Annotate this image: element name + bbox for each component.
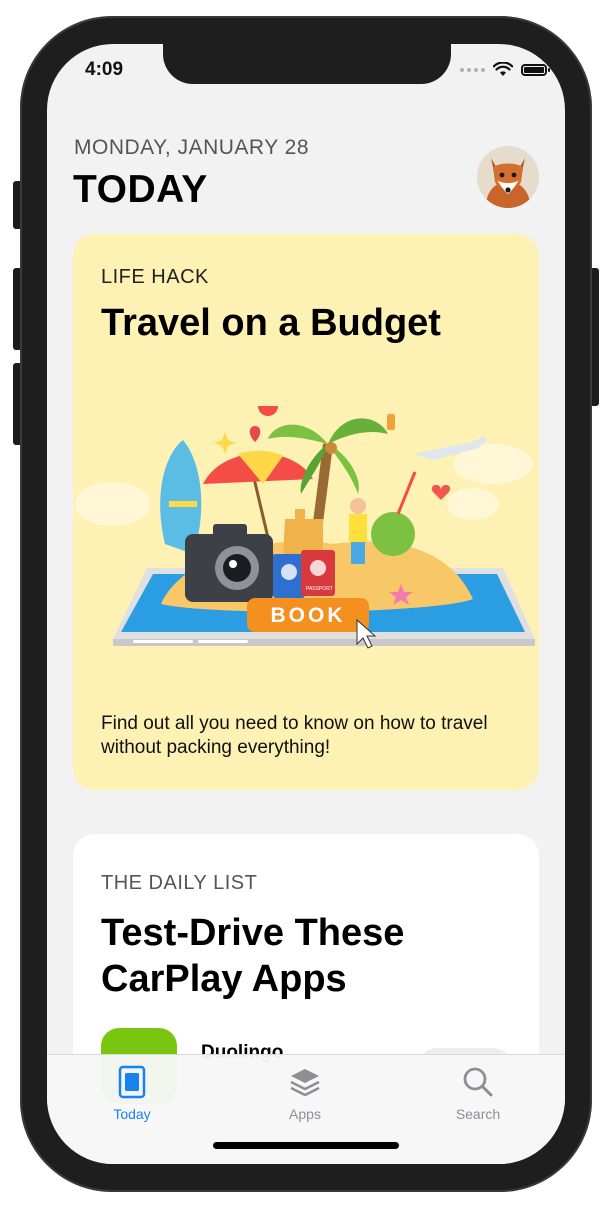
wifi-icon — [493, 62, 513, 76]
card-title: Travel on a Budget — [101, 302, 441, 344]
watermelon-icon — [258, 406, 278, 416]
card-eyebrow: LIFE HACK — [101, 266, 209, 288]
tab-apps[interactable]: Apps — [255, 1065, 355, 1122]
today-icon — [118, 1065, 146, 1099]
sunscreen-icon — [387, 414, 395, 430]
tab-label: Today — [113, 1106, 151, 1122]
location-pin-icon — [249, 426, 261, 442]
card-eyebrow: THE DAILY LIST — [101, 872, 258, 894]
status-time: 4:09 — [85, 59, 124, 80]
apps-stack-icon — [290, 1069, 320, 1097]
tab-label: Apps — [289, 1106, 321, 1122]
page-title: TODAY — [73, 168, 208, 211]
tab-search[interactable]: Search — [428, 1065, 528, 1122]
camera-icon — [185, 524, 273, 602]
book-button-graphic: BOOK — [247, 598, 369, 632]
coconut-drink-icon — [371, 471, 417, 556]
search-icon — [463, 1067, 493, 1097]
notch — [163, 44, 451, 84]
passport-text: PASSPORT — [306, 586, 333, 592]
tab-label: Search — [455, 1106, 501, 1122]
story-card-travel[interactable]: LIFE HACK Travel on a Budget PASSPORT BO… — [73, 234, 539, 790]
card-title: Test-Drive These CarPlay Apps — [101, 912, 405, 1000]
card-description: Find out all you need to know on how to … — [101, 713, 488, 758]
book-label: BOOK — [271, 604, 346, 627]
tourist-icon — [349, 498, 367, 564]
status-icons — [460, 62, 550, 77]
passport-icon: PASSPORT — [273, 550, 335, 598]
date-label: MONDAY, JANUARY 28 — [74, 136, 310, 159]
tab-today[interactable]: Today — [82, 1065, 182, 1122]
cellular-signal-icon — [460, 67, 485, 72]
screen: 4:09 MONDAY, JANUARY 28 TODAY LIFE HACK … — [47, 44, 565, 1164]
profile-avatar[interactable] — [477, 146, 539, 208]
fox-avatar-icon — [477, 146, 539, 208]
heart-icon — [431, 484, 451, 500]
sparkle-icon — [214, 432, 236, 454]
home-indicator[interactable] — [213, 1142, 399, 1149]
phone-frame: 4:09 MONDAY, JANUARY 28 TODAY LIFE HACK … — [20, 16, 592, 1192]
travel-illustration: PASSPORT BOOK — [75, 406, 535, 649]
battery-icon — [521, 63, 550, 76]
